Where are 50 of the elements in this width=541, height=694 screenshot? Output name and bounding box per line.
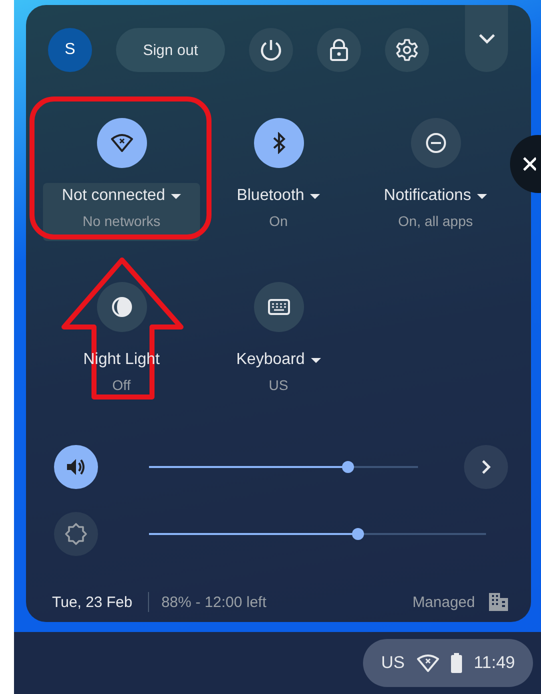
status-area[interactable]: US 11:49 — [363, 639, 533, 687]
input-method-label: US — [381, 653, 405, 673]
keyboard-icon — [268, 299, 290, 315]
brightness-icon — [64, 522, 88, 546]
avatar[interactable]: S — [48, 28, 92, 72]
chevron-right-icon — [481, 459, 491, 475]
building-icon — [489, 593, 508, 611]
power-icon — [259, 38, 283, 62]
settings-icon — [395, 38, 419, 62]
sign-out-button[interactable]: Sign out — [116, 28, 225, 72]
chevron-down-icon — [478, 33, 496, 44]
wifi-off-icon — [110, 133, 132, 153]
night-light-toggle[interactable] — [96, 282, 146, 332]
volume-button[interactable] — [54, 445, 98, 489]
do-not-disturb-icon — [424, 132, 446, 154]
managed-label[interactable]: Managed — [412, 594, 475, 610]
bluetooth-icon — [272, 132, 286, 154]
power-button[interactable] — [249, 28, 293, 72]
tile-label: Bluetooth — [236, 187, 304, 205]
lock-button[interactable] — [317, 28, 361, 72]
battery-icon — [450, 653, 462, 673]
notifications-toggle[interactable] — [410, 118, 460, 168]
tile-status: On — [269, 213, 288, 229]
keyboard-toggle[interactable] — [254, 282, 304, 332]
speaker-icon — [65, 457, 87, 477]
label-area[interactable]: Bluetooth On — [200, 183, 357, 241]
label-area[interactable]: Keyboard US — [200, 347, 357, 405]
wifi-toggle[interactable] — [96, 118, 146, 168]
clock: 11:49 — [474, 653, 515, 673]
date-label[interactable]: Tue, 23 Feb — [52, 594, 132, 610]
label-area[interactable]: Notifications On, all apps — [357, 183, 514, 241]
cross-icon — [522, 156, 536, 172]
tile-label: Not connected — [62, 187, 166, 205]
audio-settings-button[interactable] — [464, 445, 508, 489]
lock-icon — [330, 39, 348, 61]
battery-status[interactable]: 88% - 12:00 left — [161, 594, 266, 610]
tile-status: On, all apps — [398, 213, 473, 229]
wifi-off-icon — [416, 654, 439, 672]
brightness-button[interactable] — [54, 512, 98, 556]
settings-button[interactable] — [385, 28, 429, 72]
bluetooth-toggle[interactable] — [254, 118, 304, 168]
tile-status: Off — [112, 377, 131, 393]
tile-status: No networks — [82, 213, 160, 229]
slider-thumb[interactable] — [352, 528, 364, 540]
tile-status: US — [268, 377, 288, 393]
highlighted-label-area[interactable]: Not connected No networks — [43, 183, 200, 241]
moon-icon — [110, 296, 132, 318]
tile-label: Notifications — [384, 187, 472, 205]
tile-label: Keyboard — [236, 351, 305, 369]
slider-thumb[interactable] — [342, 461, 354, 473]
